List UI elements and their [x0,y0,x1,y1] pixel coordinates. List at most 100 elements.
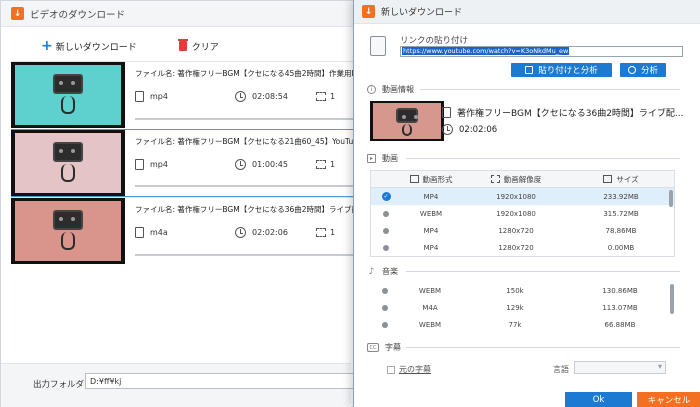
resolution-icon [315,160,326,169]
cable-graphic [61,164,75,182]
item-resolution: 1 [329,228,336,237]
video-format-table: 動画形式 動画解像度 サイズ ✓ MP4 1920x1080 233.92MB … [370,170,675,257]
cc-icon: CC [367,343,379,352]
progress-bar [135,118,355,120]
row-bitrate: 129k [506,303,524,312]
radio-dot-icon [382,287,388,294]
download-item[interactable]: ファイル名: 著作権フリーBGM【クセになる21曲60_45】YouTube素材… [11,129,356,197]
language-select[interactable] [574,361,666,374]
audio-section-label: 音楽 [382,267,398,276]
video-info-title: 著作権フリーBGM【クセになる36曲2時間】ライブ配... [442,106,684,119]
new-download-dialog: ↓ 新しいダウンロード リンクの貼り付け https://www.youtube… [353,0,700,407]
cable-graphic [402,124,412,136]
divider [420,89,680,90]
video-info-duration: 02:02:06 [442,124,497,135]
file-icon [442,107,451,118]
audio-row[interactable]: M4A 129k 113.07MB [370,299,675,316]
url-input[interactable]: https://www.youtube.com/watch?v=K3oNkdMu… [400,46,683,57]
language-label: 言語 [553,365,569,374]
new-download-button[interactable]: + 新しいダウンロード [41,39,137,53]
item-body: ファイル名: 著作権フリーBGM【クセになる45曲2時間】作業用BGM ライブ配… [125,62,355,129]
progress-bar [135,185,355,187]
cassette-icon [53,210,83,230]
item-filename: ファイル名: 著作権フリーBGM【クセになる36曲2時間】ライブ配信 作業用 勉… [135,205,355,214]
video-row[interactable]: WEBM 1920x1080 315.72MB [371,205,674,222]
resolution-icon [315,92,326,101]
item-duration: 01:00:45 [252,160,288,169]
file-icon [135,227,144,238]
item-meta: mp4 01:00:45 1 [135,159,355,170]
new-download-label: 新しいダウンロード [55,42,137,53]
divider [406,347,680,348]
row-size: 315.72MB [603,209,639,218]
music-note-icon: ♪ [368,266,375,277]
col-resolution-header: 動画解像度 [461,174,571,185]
checkbox-icon [387,365,395,374]
video-info-label: 動画情報 [382,85,414,94]
divider [406,271,680,272]
row-size: 66.88MB [604,320,636,329]
size-icon [603,175,613,183]
info-icon: i [367,85,376,94]
link-file-icon [370,36,386,56]
check-icon: ✓ [381,192,391,201]
video-thumbnail [11,62,125,128]
resolution-icon [315,228,326,237]
item-duration: 02:02:06 [252,228,288,237]
cancel-button[interactable]: キャンセル [637,392,700,407]
row-size: 233.92MB [603,192,639,201]
resolution-icon [490,175,500,183]
paste-analyze-label: 貼り付けと分析 [538,66,598,76]
row-size: 130.86MB [602,286,638,295]
col-size-label: サイズ [616,174,639,184]
video-scrollbar[interactable] [669,190,673,207]
original-subtitle-checkbox[interactable]: 元の字幕 [387,364,431,375]
clock-icon [442,124,453,135]
download-item[interactable]: ファイル名: 著作権フリーBGM【クセになる36曲2時間】ライブ配信 作業用 勉… [11,197,356,265]
clock-icon [235,227,246,238]
radio-dot-icon [383,244,389,251]
file-icon [135,91,144,102]
play-icon: ▸ [367,154,376,163]
item-format: mp4 [150,92,168,101]
radio-dot-icon [382,304,388,311]
analyze-button[interactable]: 分析 [620,63,666,77]
subtitle-section-header: CC 字幕 [367,342,401,353]
row-format: WEBM [418,286,442,295]
output-bar: 出力フォルダ： D:¥ff¥kj [1,363,355,407]
audio-row[interactable]: WEBM 77k 66.88MB [370,316,675,333]
clear-label: クリア [191,42,219,53]
analyze-label: 分析 [640,66,658,76]
row-format: WEBM [418,320,442,329]
audio-scrollbar[interactable] [670,284,674,314]
video-title-text: 著作権フリーBGM【クセになる36曲2時間】ライブ配... [457,109,684,119]
cassette-icon [396,108,418,123]
radio-dot-icon [382,321,388,328]
video-row[interactable]: MP4 1280x720 0.00MB [371,239,674,256]
video-table-header: 動画形式 動画解像度 サイズ [371,171,674,188]
video-row[interactable]: ✓ MP4 1920x1080 233.92MB [371,188,674,205]
subtitle-section-label: 字幕 [385,343,401,352]
url-text: https://www.youtube.com/watch?v=K3oNkdMu… [402,47,570,55]
row-format: MP4 [423,192,439,201]
row-format: WEBM [419,209,443,218]
video-row[interactable]: MP4 1280x720 78.86MB [371,222,674,239]
audio-format-table: WEBM 150k 130.86MB M4A 129k 113.07MB WEB… [370,282,675,333]
download-item[interactable]: ファイル名: 著作権フリーBGM【クセになる45曲2時間】作業用BGM ライブ配… [11,61,356,129]
col-resolution-label: 動画解像度 [503,174,542,184]
ok-button[interactable]: Ok [565,392,632,407]
item-duration: 02:08:54 [252,92,288,101]
col-format-label: 動画形式 [422,174,453,184]
paste-and-analyze-button[interactable]: 貼り付けと分析 [511,63,612,77]
item-filename: ファイル名: 著作権フリーBGM【クセになる21曲60_45】YouTube素材… [135,137,355,146]
row-resolution: 1280x720 [498,243,534,252]
audio-row[interactable]: WEBM 150k 130.86MB [370,282,675,299]
video-info-header: i 動画情報 [367,84,414,95]
cassette-icon [53,74,83,94]
video-format-icon [409,175,419,183]
trash-icon [177,39,188,51]
output-folder-field[interactable]: D:¥ff¥kj [85,373,355,389]
video-duration-text: 02:02:06 [459,124,498,135]
row-resolution: 1920x1080 [496,192,536,201]
clear-button[interactable]: クリア [177,39,219,53]
